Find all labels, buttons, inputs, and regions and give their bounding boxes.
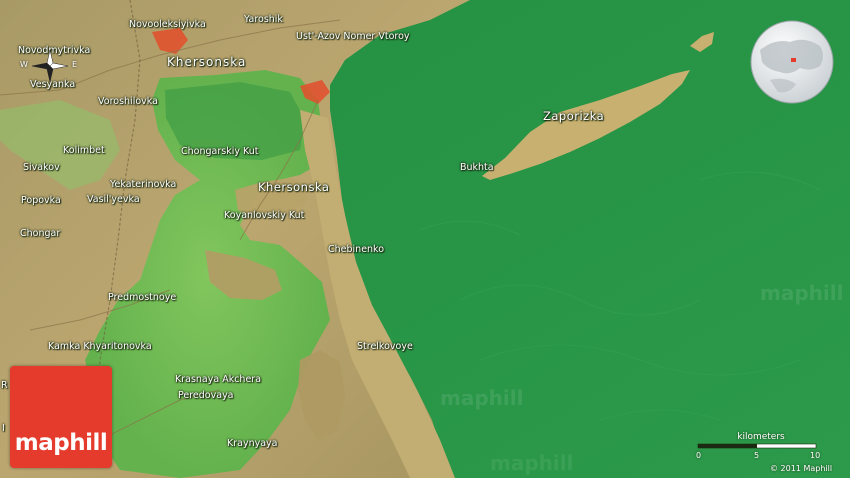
compass-star-icon bbox=[31, 49, 69, 83]
place-label: Chebinenko bbox=[328, 244, 385, 255]
place-label: Zaporizka bbox=[543, 109, 605, 123]
compass-east: E bbox=[72, 60, 78, 69]
place-label: Kamka Khyaritonovka bbox=[48, 341, 152, 352]
place-label: Kraynyaya bbox=[227, 438, 278, 449]
watermark-2: maphill bbox=[440, 386, 523, 410]
place-label: Strelkovoye bbox=[357, 341, 413, 352]
scale-tick-10: 10 bbox=[810, 451, 821, 460]
logo-text: maphill bbox=[14, 430, 108, 456]
globe-locator bbox=[750, 20, 834, 104]
place-label: Kolimbet bbox=[63, 145, 105, 156]
place-label: I bbox=[2, 423, 5, 434]
compass-west: W bbox=[20, 60, 28, 69]
place-label: Yaroshik bbox=[244, 14, 283, 25]
compass-rose: W E bbox=[20, 46, 80, 86]
region-label: Khersonska bbox=[167, 55, 247, 69]
scale-bar: kilometers 0 5 10 bbox=[696, 432, 826, 462]
copyright: © 2011 Maphill bbox=[770, 464, 833, 473]
scale-title: kilometers bbox=[737, 432, 785, 442]
map-frame: maphill maphill maphill Novooleksiyivka … bbox=[0, 0, 850, 478]
place-label: Chongar bbox=[20, 228, 61, 239]
place-label: Sivakov bbox=[23, 162, 60, 173]
terrain-map: maphill maphill maphill bbox=[0, 0, 850, 478]
place-label: Chongarskiy Kut bbox=[181, 146, 259, 157]
place-label: Yekaterinovka bbox=[110, 179, 177, 190]
place-label: Peredovaya bbox=[178, 390, 234, 401]
place-label: R bbox=[1, 380, 8, 391]
town-label: Khersonska bbox=[258, 180, 330, 194]
place-label: Bukhta bbox=[460, 162, 494, 173]
watermark-1: maphill bbox=[760, 281, 843, 305]
globe-icon bbox=[750, 20, 834, 104]
scale-line bbox=[697, 443, 817, 449]
watermark-3: maphill bbox=[490, 451, 573, 475]
place-label: Krasnaya Akchera bbox=[175, 374, 262, 385]
scale-tick-0: 0 bbox=[696, 451, 702, 460]
place-label: Voroshilovka bbox=[98, 96, 158, 107]
place-label: Vasil'yevka bbox=[87, 194, 140, 205]
maphill-logo[interactable]: maphill bbox=[10, 366, 112, 468]
scale-tick-5: 5 bbox=[754, 451, 760, 460]
place-label: Novooleksiyivka bbox=[129, 19, 206, 30]
place-label: Predmostnoye bbox=[108, 292, 177, 303]
place-label: Popovka bbox=[21, 195, 61, 206]
place-label: Ust'-Azov Nomer Vtoroy bbox=[296, 31, 410, 42]
place-label: Koyanlovskiy Kut bbox=[224, 210, 305, 221]
